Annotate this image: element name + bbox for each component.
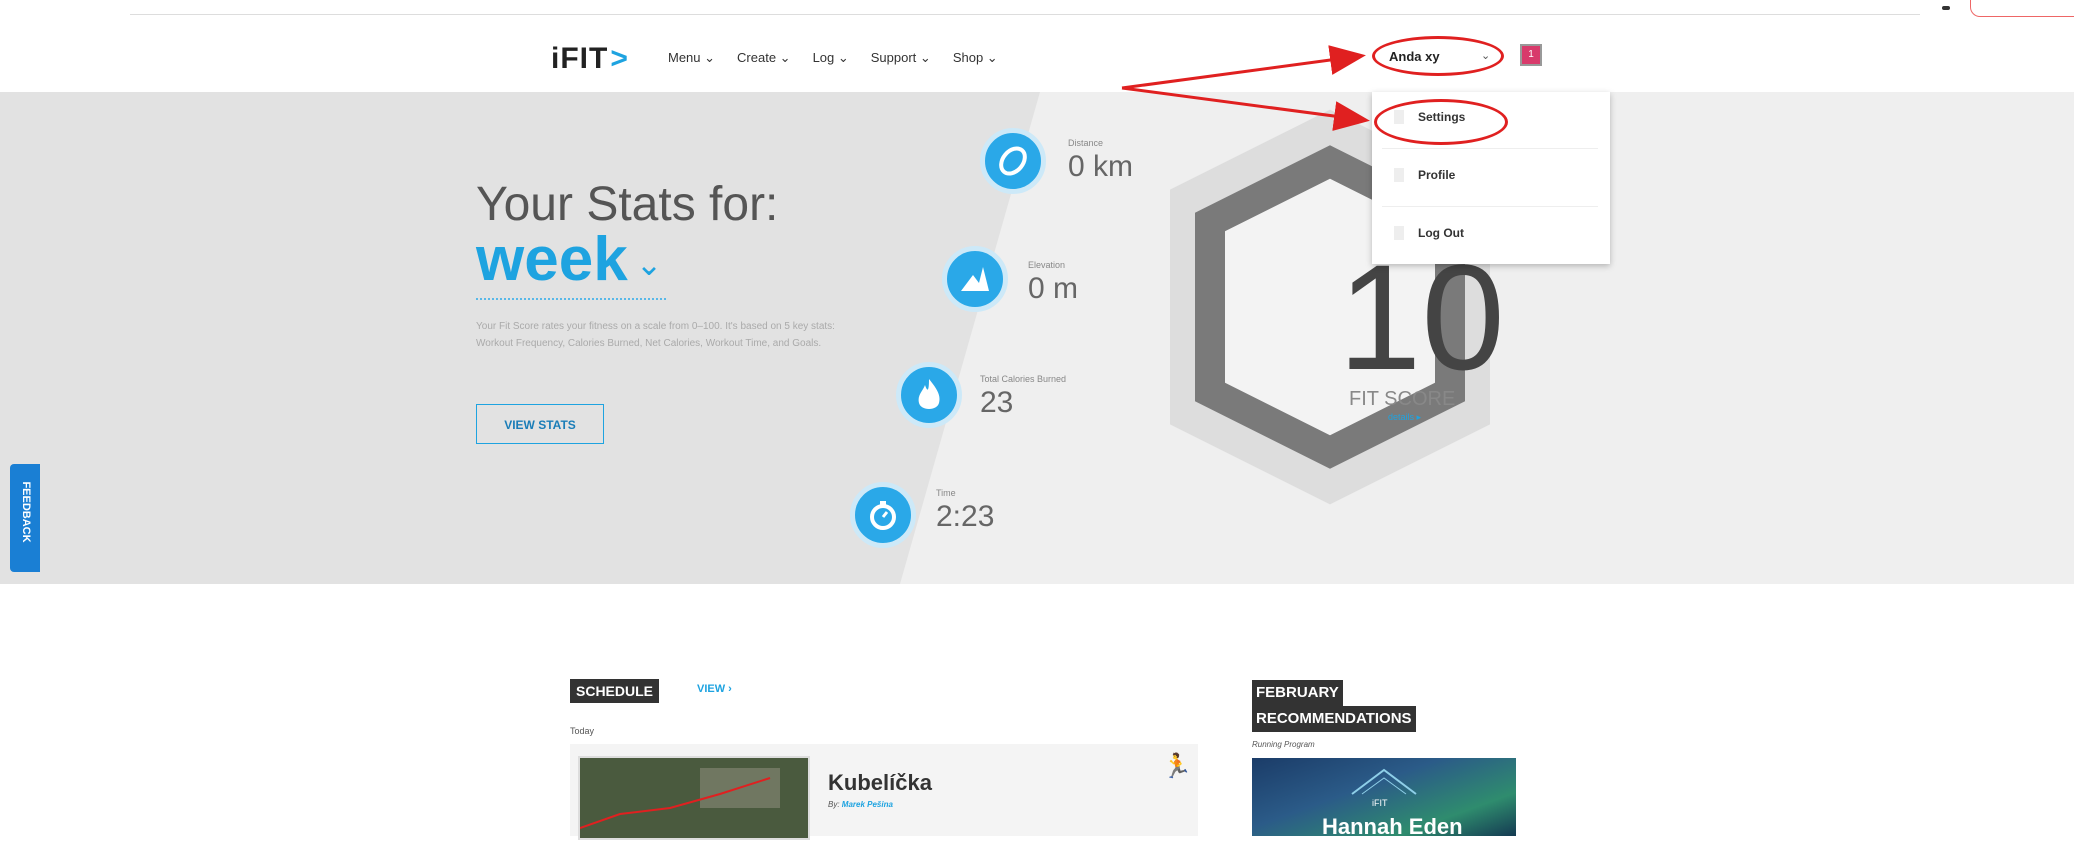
schedule-view-link[interactable]: VIEW › xyxy=(697,683,732,695)
today-label: Today xyxy=(570,726,595,736)
author-name[interactable]: Marek Pešina xyxy=(842,800,893,809)
banner-trainer-name: Hannah Eden xyxy=(1322,814,1463,836)
banner-brand: iFIT xyxy=(1372,798,1388,808)
author-prefix: By: xyxy=(828,800,840,809)
runner-icon: 🏃 xyxy=(1162,753,1192,780)
recommendations-panel: FEBRUARY RECOMMENDATIONS Running Program… xyxy=(1232,654,1516,836)
program-banner-image[interactable]: iFIT Hannah Eden xyxy=(1252,758,1516,836)
feedback-label: FEEDBACK xyxy=(20,481,32,543)
annotation-arrows xyxy=(1121,45,1370,131)
workout-author: By: Marek Pešina xyxy=(828,800,893,809)
feedback-tab[interactable]: FEEDBACK xyxy=(10,464,40,572)
recommendations-title-line2: RECOMMENDATIONS xyxy=(1252,706,1416,732)
workout-card[interactable]: Kubelíčka By: Marek Pešina 🏃 xyxy=(570,744,1198,840)
recommendations-title-line1: FEBRUARY xyxy=(1252,680,1343,706)
schedule-heading: SCHEDULE xyxy=(570,679,660,703)
recommendations-subtitle: Running Program xyxy=(1252,740,1315,749)
route-map-image xyxy=(578,756,810,840)
workout-title[interactable]: Kubelíčka xyxy=(828,770,932,796)
